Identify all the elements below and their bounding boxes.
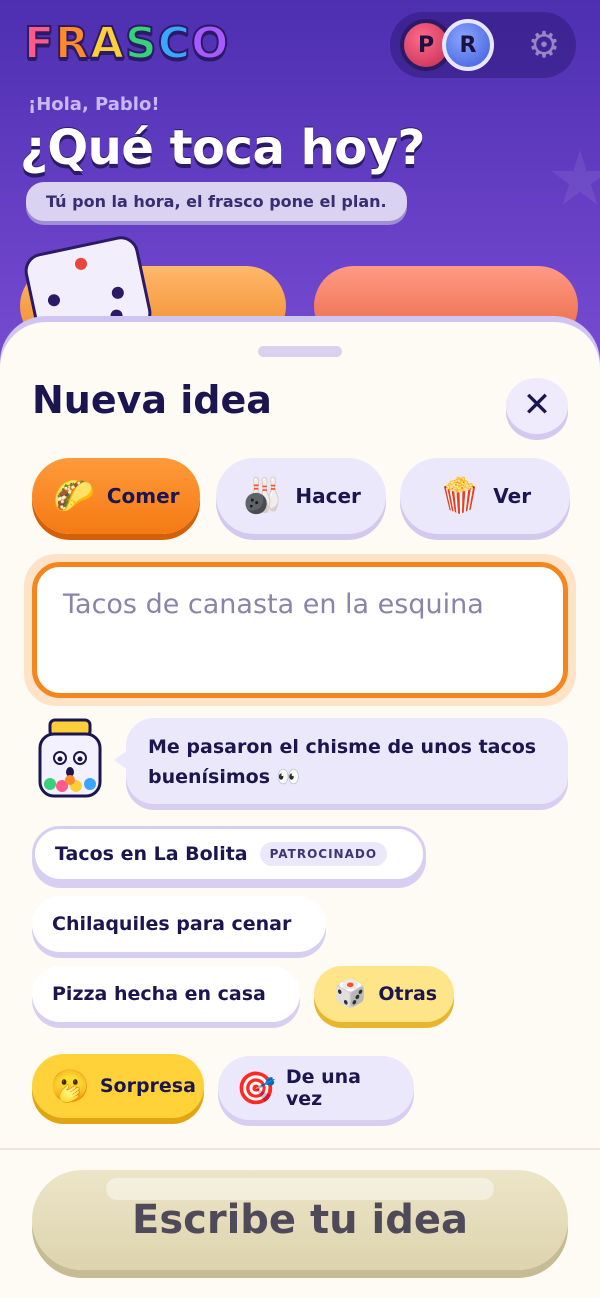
chip-label: Tacos en La Bolita <box>55 843 248 865</box>
page-title: ¿Qué toca hoy? <box>20 120 425 176</box>
suggestion-chip-sponsored[interactable]: Tacos en La Bolita PATROCINADO <box>32 826 426 882</box>
dice-icon: 🎲 <box>334 979 367 1009</box>
jar-mascot-icon <box>38 718 102 798</box>
logo-letter: A <box>89 17 126 70</box>
tab-hacer[interactable]: 🎳 Hacer <box>216 458 386 534</box>
star-decoration <box>551 150 600 205</box>
taco-icon: 🌮 <box>52 476 95 516</box>
profile-bar: P R ⚙ <box>390 12 576 78</box>
logo-letter: F <box>23 17 56 70</box>
logo-letter: O <box>190 17 230 70</box>
tab-label: Comer <box>106 484 180 508</box>
write-idea-button[interactable]: Escribe tu idea <box>32 1170 568 1270</box>
mascot-message: Me pasaron el chisme de unos tacos buení… <box>114 718 568 804</box>
sheet-title: Nueva idea <box>32 378 272 422</box>
category-tabs: 🌮 Comer 🎳 Hacer 🍿 Ver <box>32 458 570 538</box>
close-button[interactable]: ✕ <box>506 378 568 434</box>
pill-label: De una vez <box>285 1066 361 1110</box>
idea-input-wrapper <box>24 554 576 706</box>
target-icon: 🎯 <box>236 1069 276 1107</box>
bowling-icon: 🎳 <box>241 476 284 516</box>
tab-comer[interactable]: 🌮 Comer <box>32 458 200 534</box>
idea-input[interactable] <box>32 562 568 698</box>
divider <box>0 1148 600 1150</box>
chip-label: Otras <box>378 983 438 1005</box>
tab-label: Ver <box>493 484 532 508</box>
tab-label: Hacer <box>295 484 361 508</box>
surprised-face-icon: 🫢 <box>50 1067 90 1105</box>
chip-label: Pizza hecha en casa <box>52 983 266 1005</box>
pill-label: Sorpresa <box>99 1075 196 1097</box>
cta-label: Escribe tu idea <box>132 1197 468 1243</box>
greeting: ¡Hola, Pablo! <box>28 94 160 115</box>
logo-letter: R <box>54 17 90 70</box>
logo-letter: S <box>124 17 158 70</box>
sheet-drag-handle[interactable] <box>258 346 342 357</box>
right-away-button[interactable]: 🎯 De una vez <box>218 1056 414 1120</box>
more-ideas-button[interactable]: 🎲 Otras <box>314 966 454 1022</box>
sponsored-badge: PATROCINADO <box>259 842 388 866</box>
avatar-r[interactable]: R <box>442 19 494 71</box>
app-logo: FRASCO <box>23 17 230 70</box>
subtitle: Tú pon la hora, el frasco pone el plan. <box>26 182 407 221</box>
surprise-button[interactable]: 🫢 Sorpresa <box>32 1054 204 1118</box>
popcorn-icon: 🍿 <box>438 476 482 516</box>
gear-icon[interactable]: ⚙ <box>526 28 562 64</box>
chip-label: Chilaquiles para cenar <box>52 913 292 935</box>
suggestion-chip[interactable]: Chilaquiles para cenar <box>32 896 326 952</box>
tab-ver[interactable]: 🍿 Ver <box>400 458 570 534</box>
new-idea-sheet: Nueva idea ✕ 🌮 Comer 🎳 Hacer 🍿 Ver Me pa… <box>0 322 600 1298</box>
suggestion-chip[interactable]: Pizza hecha en casa <box>32 966 300 1022</box>
logo-letter: C <box>157 17 192 70</box>
